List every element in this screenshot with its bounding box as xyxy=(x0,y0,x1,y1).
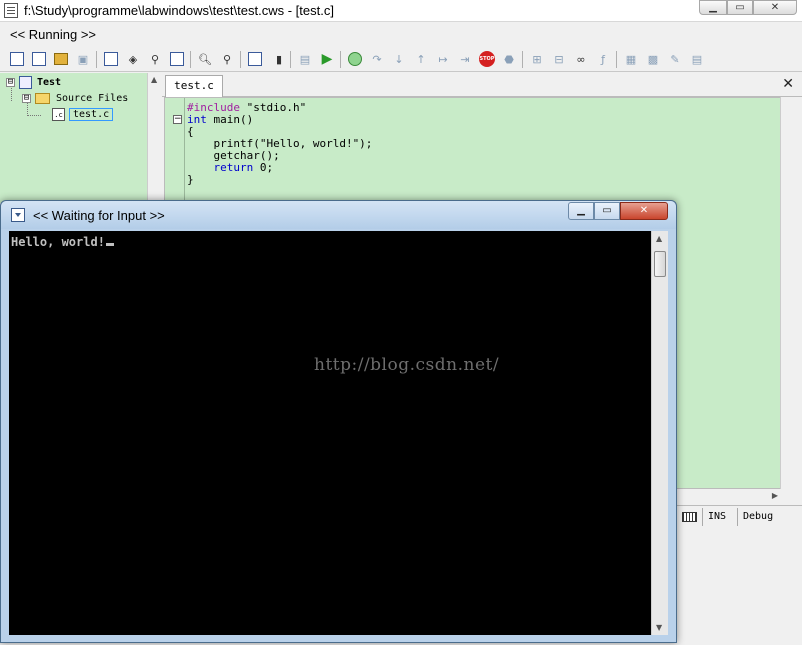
stop-icon[interactable]: STOP xyxy=(478,50,496,68)
maximize-button[interactable]: ▭ xyxy=(727,0,753,15)
statusbar: INS Debug xyxy=(676,505,802,527)
find-replace-icon[interactable]: ⚲ xyxy=(218,50,236,68)
toolbar-separator xyxy=(240,51,241,68)
step-continue-icon[interactable]: ↦ xyxy=(434,50,452,68)
console-close-button[interactable]: ✕ xyxy=(620,202,668,220)
editor-vertical-scrollbar[interactable] xyxy=(780,97,794,489)
console-titlebar: << Waiting for Input >> ▁ ▭ ✕ xyxy=(1,201,676,229)
stop-disabled-icon[interactable]: ⬣ xyxy=(500,50,518,68)
code-line-2: int main() xyxy=(187,114,253,126)
toolbar-separator xyxy=(96,51,97,68)
watch-icon[interactable]: ∞ xyxy=(572,50,590,68)
tree-folder-node[interactable]: ⊟ Source Files xyxy=(22,90,128,106)
new-project-icon[interactable] xyxy=(8,50,26,68)
console-title: << Waiting for Input >> xyxy=(33,208,165,223)
watermark: http://blog.csdn.net/ xyxy=(314,355,500,375)
toolbar: ▣ ◈ ⚲ 🔍︎ ⚲ ▮ ▤ ▶ ↷ ↓ ↑ ↦ ⇥ STOP ⬣ ⊞ ⊟ ∞ … xyxy=(0,47,802,72)
console-output-area[interactable]: Hello, world! http://blog.csdn.net/ ▲ ▼ xyxy=(9,231,668,635)
tab-test-c[interactable]: test.c xyxy=(165,75,223,97)
scroll-up-icon[interactable]: ▲ xyxy=(151,75,157,84)
minimize-button[interactable]: ▁ xyxy=(699,0,727,15)
file-name: test.c xyxy=(69,107,114,121)
expression-icon[interactable]: ƒ xyxy=(594,50,612,68)
folder-icon xyxy=(35,92,50,104)
menubar: << Running >> xyxy=(0,23,802,46)
fold-toggle-icon[interactable]: − xyxy=(173,115,182,124)
breakpoint-icon[interactable]: ▮ xyxy=(270,50,288,68)
console-output-line: Hello, world! xyxy=(11,235,114,249)
window-titlebar: f:\Study\programme\labwindows\test\test.… xyxy=(0,0,802,22)
console-window-controls: ▁ ▭ ✕ xyxy=(568,202,668,220)
toolbar-separator xyxy=(616,51,617,68)
code-text: 0; xyxy=(253,161,274,174)
toolbar-separator xyxy=(190,51,191,68)
collapse-icon[interactable]: ⊟ xyxy=(6,77,15,87)
function-panel-icon[interactable] xyxy=(168,50,186,68)
console-minimize-button[interactable]: ▁ xyxy=(568,202,594,220)
toolbar-separator xyxy=(340,51,341,68)
build-mode-indicator: Debug xyxy=(737,508,797,526)
build-icon[interactable] xyxy=(102,50,120,68)
toolbar-separator xyxy=(522,51,523,68)
go-icon[interactable] xyxy=(346,50,364,68)
tree-scrollbar[interactable]: ▲ xyxy=(147,73,161,203)
code-line-6: return 0; xyxy=(187,162,273,174)
next-tag-icon[interactable]: ⊟ xyxy=(550,50,568,68)
folder-name: Source Files xyxy=(56,92,129,104)
scroll-up-icon[interactable]: ▲ xyxy=(656,234,662,243)
run-icon[interactable]: ▶ xyxy=(318,50,336,68)
scroll-right-icon[interactable]: ▶ xyxy=(772,491,778,500)
tree-file-node[interactable]: .c test.c xyxy=(52,106,114,122)
text-cursor xyxy=(105,243,114,246)
document-icon xyxy=(4,3,18,18)
step-out-icon[interactable]: ↑ xyxy=(412,50,430,68)
step-into-icon[interactable]: ↓ xyxy=(390,50,408,68)
c-file-icon: .c xyxy=(52,107,65,121)
console-window[interactable]: << Waiting for Input >> ▁ ▭ ✕ Hello, wor… xyxy=(0,200,677,643)
select-icon[interactable]: ▤ xyxy=(296,50,314,68)
console-maximize-button[interactable]: ▭ xyxy=(594,202,620,220)
collapse-icon[interactable]: ⊟ xyxy=(22,93,31,103)
console-output-text: Hello, world! xyxy=(11,235,105,249)
tree-project-node[interactable]: ⊟ Test xyxy=(6,74,61,90)
edit-icon[interactable]: ✎ xyxy=(666,50,684,68)
project-tree-panel: ⊟ Test ⊟ Source Files .c test.c xyxy=(0,73,161,203)
search-icon[interactable]: 🔍︎ xyxy=(196,50,214,68)
step-over-icon[interactable]: ↷ xyxy=(368,50,386,68)
insert-mode-indicator: INS xyxy=(702,508,738,526)
view-source-icon[interactable]: ▤ xyxy=(688,50,706,68)
menu-running[interactable]: << Running >> xyxy=(10,27,96,42)
code-text: main() xyxy=(206,113,254,126)
keyboard-icon xyxy=(682,512,697,522)
view-memory-icon[interactable]: ▩ xyxy=(644,50,662,68)
scroll-down-icon[interactable]: ▼ xyxy=(656,623,662,632)
project-icon xyxy=(19,75,32,89)
toolbar-separator xyxy=(290,51,291,68)
editor-horizontal-scrollbar[interactable]: ▶ xyxy=(676,489,794,503)
close-button[interactable]: ✕ xyxy=(753,0,797,15)
editor-tabbar: test.c ✕ xyxy=(162,73,802,97)
scroll-thumb[interactable] xyxy=(654,251,666,277)
debug-output-icon[interactable] xyxy=(246,50,264,68)
step-cursor-icon[interactable]: ⇥ xyxy=(456,50,474,68)
new-file-icon[interactable] xyxy=(30,50,48,68)
code-line-7: } xyxy=(187,173,194,186)
toggle-tag-icon[interactable]: ⊞ xyxy=(528,50,546,68)
compile-icon[interactable]: ◈ xyxy=(124,50,142,68)
tree-line xyxy=(27,115,41,116)
window-controls: ▁ ▭ ✕ xyxy=(699,0,797,15)
console-app-icon xyxy=(11,208,25,222)
open-folder-icon[interactable] xyxy=(52,50,70,68)
close-tab-icon[interactable]: ✕ xyxy=(782,76,794,92)
find-project-icon[interactable]: ⚲ xyxy=(146,50,164,68)
save-icon[interactable]: ▣ xyxy=(74,50,92,68)
code-keyword: return xyxy=(187,161,254,174)
console-scrollbar[interactable]: ▲ ▼ xyxy=(651,231,668,635)
view-variables-icon[interactable]: ▦ xyxy=(622,50,640,68)
window-title: f:\Study\programme\labwindows\test\test.… xyxy=(24,3,334,18)
project-name: Test xyxy=(37,76,62,88)
